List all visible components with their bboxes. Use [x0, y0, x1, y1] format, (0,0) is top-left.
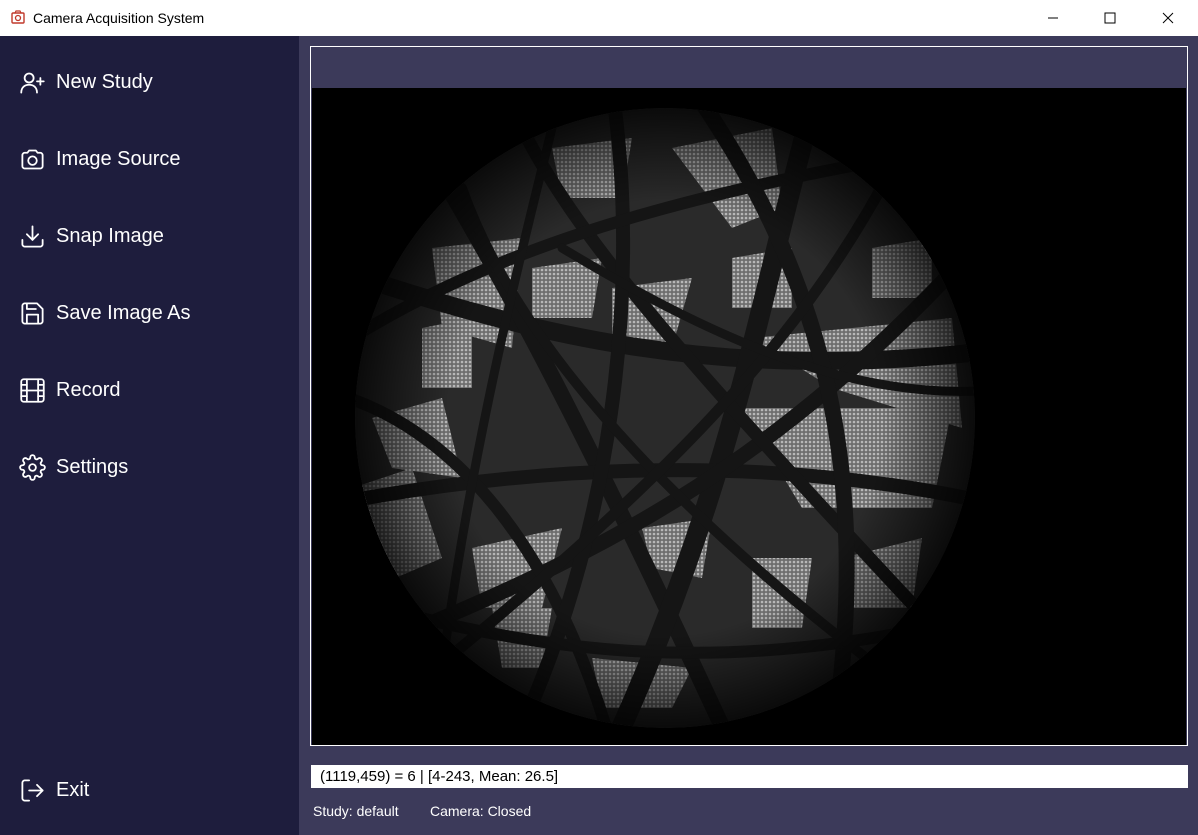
film-icon — [20, 378, 45, 403]
sidebar-item-snap-image[interactable]: Snap Image — [0, 211, 299, 261]
sidebar-item-save-image-as[interactable]: Save Image As — [0, 288, 299, 338]
sidebar-item-label: New Study — [56, 71, 153, 93]
sidebar-item-label: Record — [56, 379, 121, 401]
sidebar-item-image-source[interactable]: Image Source — [0, 134, 299, 184]
sidebar-item-label: Save Image As — [56, 302, 191, 324]
gear-icon — [19, 454, 46, 481]
pixel-info-text: (1119,459) = 6 | [4-243, Mean: 26.5] — [320, 768, 559, 785]
status-study: Study: default — [313, 803, 399, 819]
title-bar[interactable]: Camera Acquisition System — [0, 0, 1198, 36]
pixel-info-bar: (1119,459) = 6 | [4-243, Mean: 26.5] — [311, 765, 1188, 788]
sidebar-item-label: Image Source — [56, 148, 181, 170]
app-icon — [11, 10, 25, 24]
camera-image[interactable] — [312, 88, 1186, 745]
download-icon — [21, 225, 44, 248]
window-title: Camera Acquisition System — [33, 10, 205, 26]
add-user-icon — [20, 72, 45, 94]
status-camera: Camera: Closed — [430, 803, 532, 819]
sidebar-item-settings[interactable]: Settings — [0, 442, 299, 492]
close-button[interactable] — [1145, 0, 1191, 36]
sidebar-item-label: Settings — [56, 456, 129, 478]
minimize-button[interactable] — [1030, 0, 1076, 36]
sidebar-item-label: Exit — [56, 779, 90, 801]
sidebar-item-record[interactable]: Record — [0, 365, 299, 415]
sidebar: New Study Image Source Snap Image Save I… — [0, 36, 299, 835]
camera-icon — [21, 149, 44, 170]
sidebar-item-label: Snap Image — [56, 225, 164, 247]
minimize-icon — [1048, 17, 1058, 19]
app-window: Camera Acquisition System New Study Imag… — [0, 0, 1198, 835]
exit-icon — [21, 779, 44, 802]
close-icon — [1162, 12, 1174, 24]
sidebar-item-exit[interactable]: Exit — [0, 765, 299, 815]
sidebar-item-new-study[interactable]: New Study — [0, 57, 299, 107]
image-viewer[interactable] — [310, 46, 1188, 746]
maximize-icon — [1104, 12, 1116, 24]
save-icon — [21, 302, 44, 325]
maximize-button[interactable] — [1087, 0, 1133, 36]
microscope-field-image — [312, 88, 1186, 745]
